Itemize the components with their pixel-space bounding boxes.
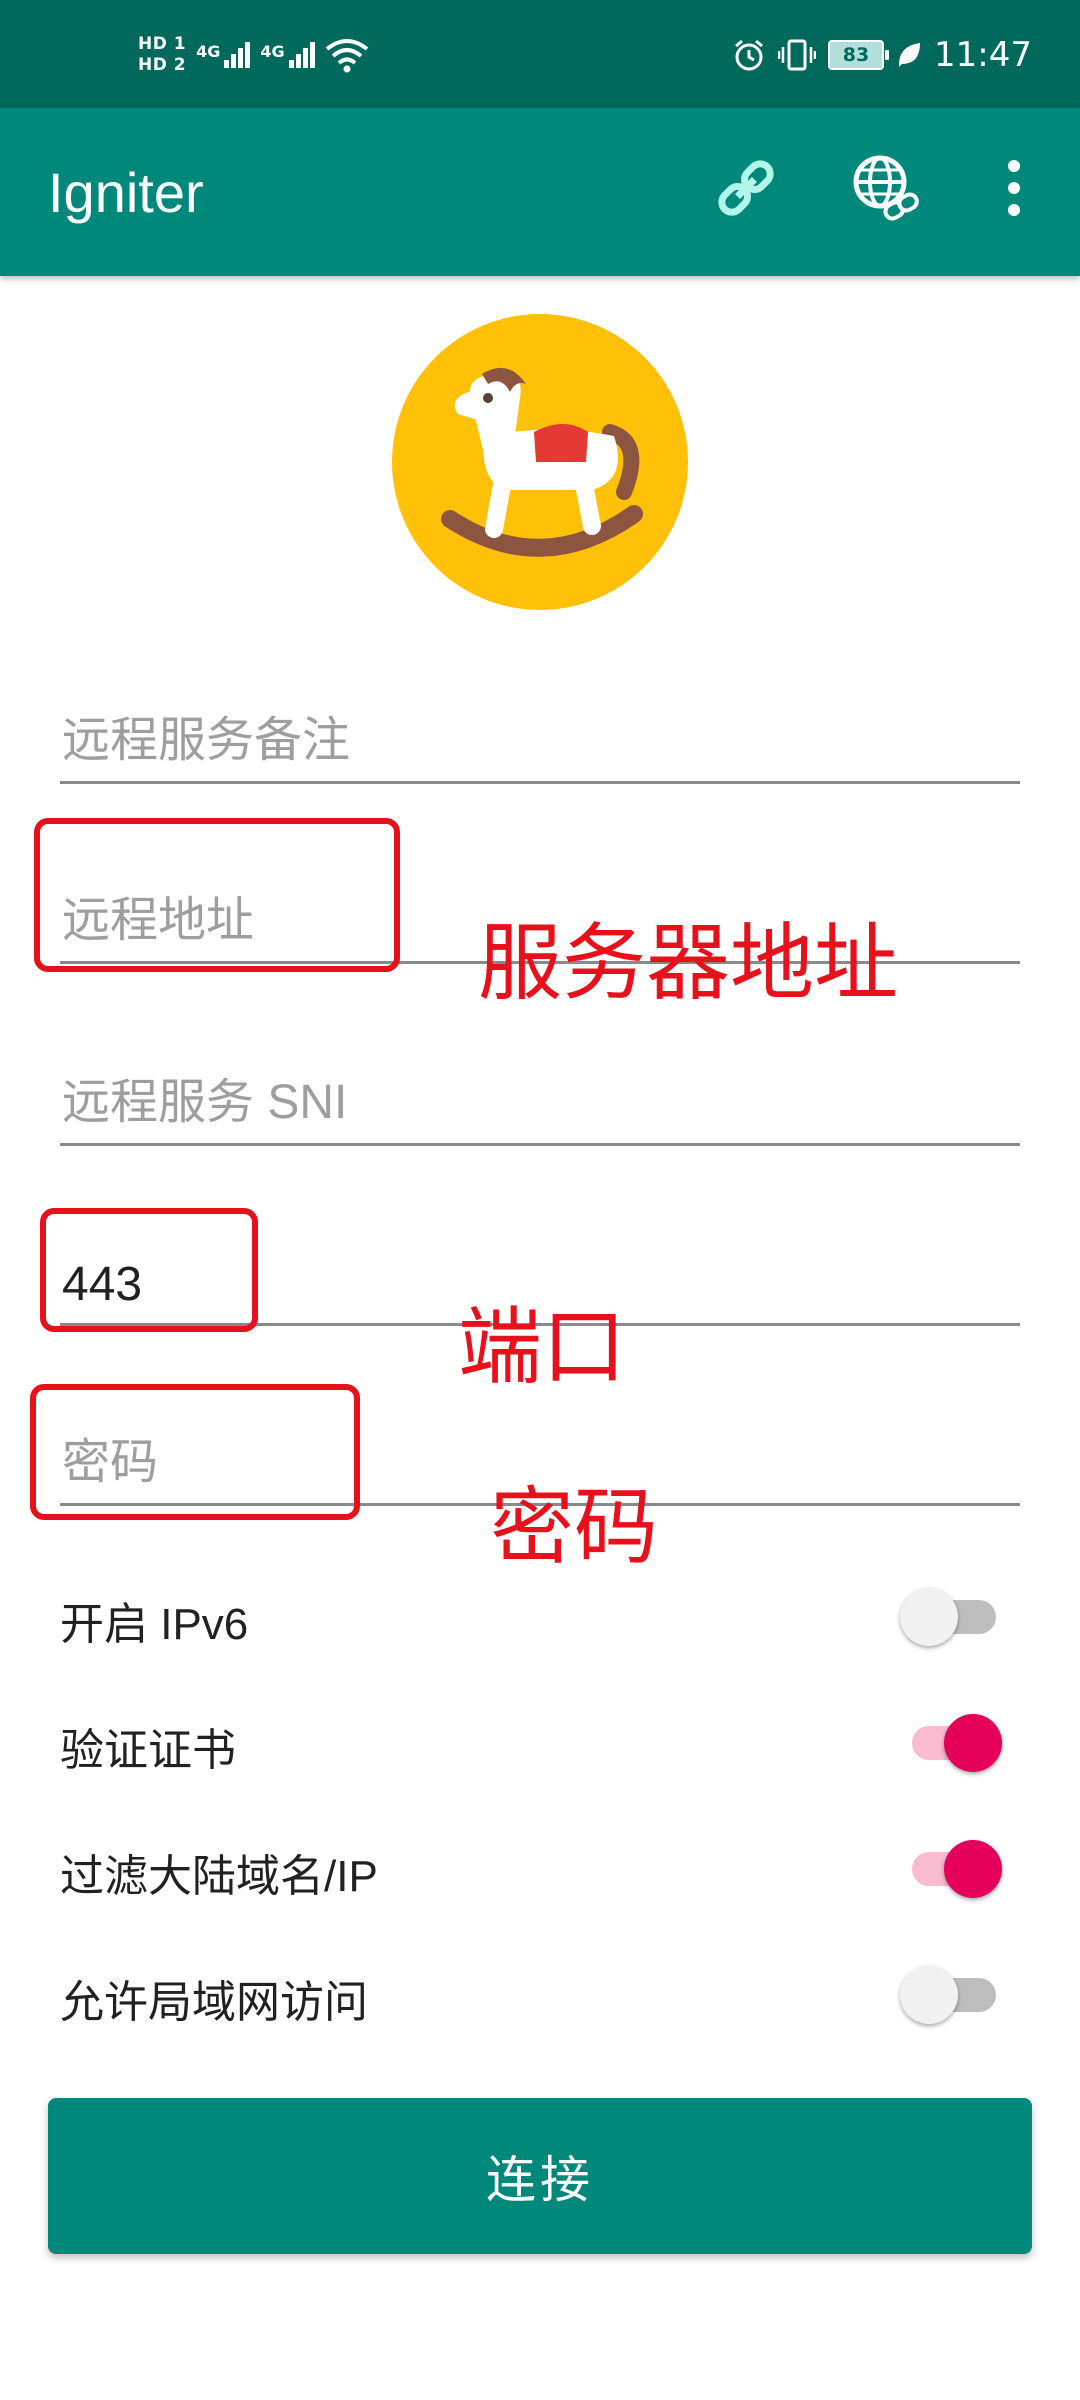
clock: 11:47 <box>934 35 1032 75</box>
wifi-icon <box>325 39 368 73</box>
battery-icon: 83 <box>828 40 890 70</box>
remark-field[interactable]: 远程服务备注 <box>60 684 1020 784</box>
globe-link-icon[interactable] <box>846 148 926 228</box>
rocking-horse-icon <box>392 314 688 610</box>
connect-button[interactable]: 连接 <box>48 2098 1032 2254</box>
toggle-row-allow-lan: 允许局域网访问 <box>60 1948 1020 2038</box>
switch-thumb <box>900 1588 958 1646</box>
hd1-label: HD 1 <box>138 34 187 54</box>
allow-lan-label: 允许局域网访问 <box>60 1978 368 2027</box>
toggle-row-filter-china: 过滤大陆域名/IP <box>60 1822 1020 1912</box>
link-icon[interactable] <box>706 148 786 228</box>
status-right: 83 11:47 <box>732 34 1032 76</box>
password-annotation: 密码 <box>490 1478 659 1576</box>
app-bar: Igniter <box>0 108 1080 276</box>
vibrate-icon <box>778 39 817 71</box>
remark-underline <box>60 781 1020 784</box>
port-highlight-box <box>40 1208 258 1332</box>
verify-cert-switch[interactable] <box>900 1714 1002 1772</box>
filter-china-switch[interactable] <box>900 1840 1002 1898</box>
battery-level: 83 <box>842 44 870 66</box>
hd-indicator: HD 1 HD 2 <box>138 34 186 76</box>
sim1-signal-icon: 4G <box>196 42 251 68</box>
toggle-row-verify-cert: 验证证书 <box>60 1696 1020 1786</box>
switch-thumb <box>944 1714 1002 1772</box>
sim2-network-label: 4G <box>260 42 285 61</box>
address-highlight-box <box>34 818 400 972</box>
alarm-icon <box>735 39 763 71</box>
filter-china-label: 过滤大陆域名/IP <box>60 1852 378 1901</box>
sim1-network-label: 4G <box>196 42 221 61</box>
toggle-row-ipv6: 开启 IPv6 <box>60 1570 1020 1660</box>
switch-thumb <box>944 1840 1002 1898</box>
ipv6-label: 开启 IPv6 <box>60 1600 249 1649</box>
switch-thumb <box>900 1966 958 2024</box>
hd2-label: HD 2 <box>138 55 187 75</box>
verify-cert-label: 验证证书 <box>60 1726 236 1775</box>
sni-field[interactable]: 远程服务 SNI <box>60 1046 1020 1146</box>
status-left: HD 1 HD 2 4G 4G <box>138 30 369 80</box>
remark-placeholder: 远程服务备注 <box>62 714 351 767</box>
address-annotation: 服务器地址 <box>478 914 899 1012</box>
overflow-menu-icon[interactable] <box>974 148 1054 228</box>
sni-placeholder: 远程服务 SNI <box>62 1076 348 1129</box>
sni-underline <box>60 1143 1020 1146</box>
password-highlight-box <box>30 1384 360 1520</box>
status-bar: HD 1 HD 2 4G 4G 83 11:47 <box>0 0 1080 108</box>
port-annotation: 端口 <box>458 1298 627 1396</box>
app-title: Igniter <box>48 161 204 224</box>
sim2-signal-icon: 4G <box>260 42 315 68</box>
ipv6-switch[interactable] <box>900 1588 1000 1646</box>
leaf-icon <box>898 43 921 67</box>
allow-lan-switch[interactable] <box>900 1966 1000 2024</box>
